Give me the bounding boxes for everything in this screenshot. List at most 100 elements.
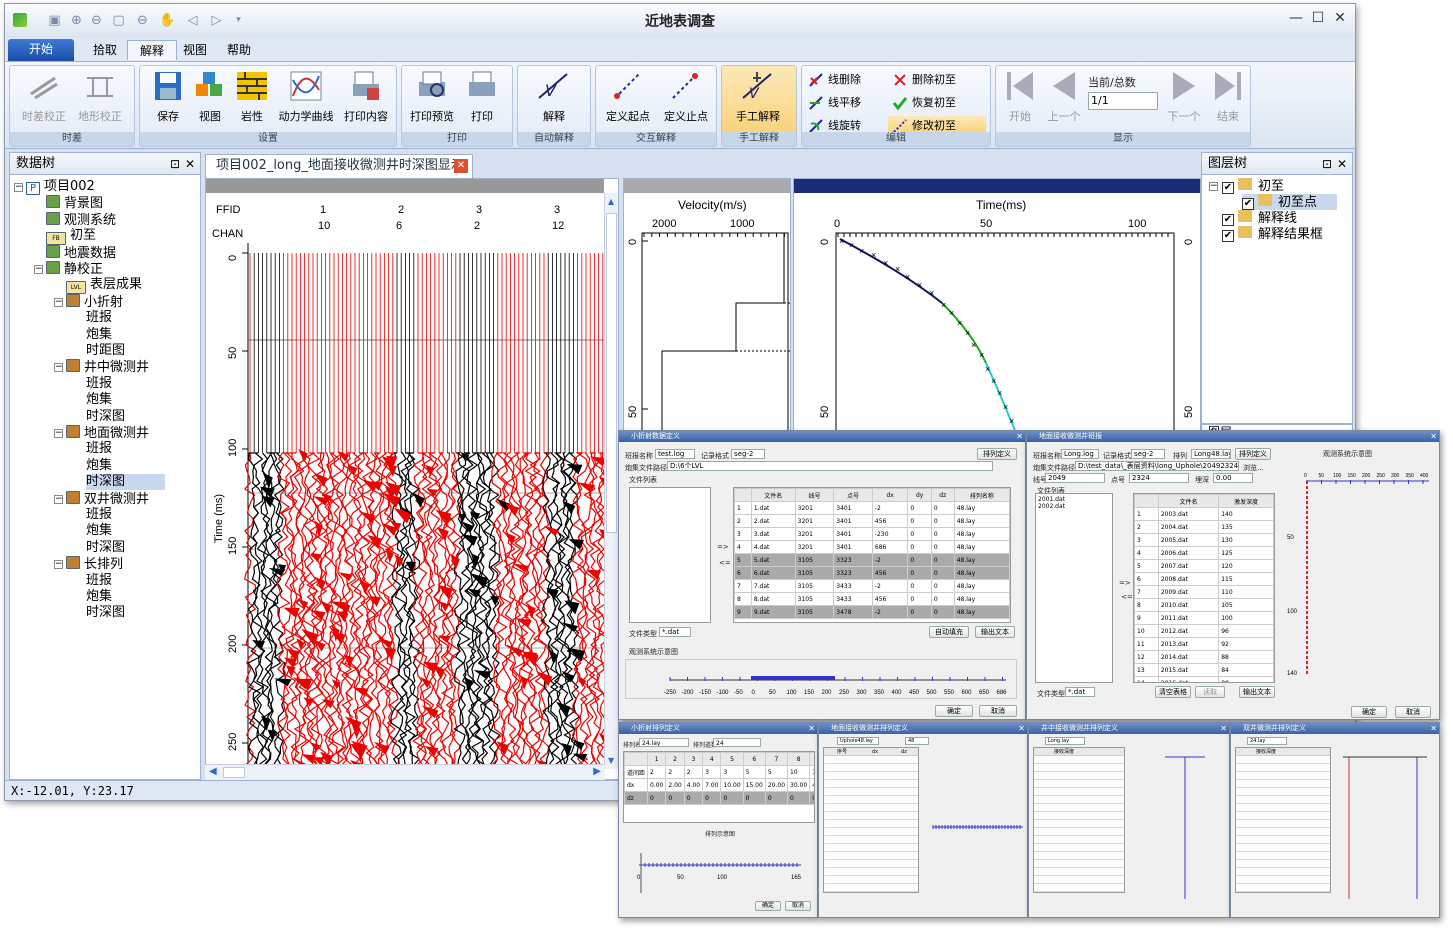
close-button[interactable]: ✕ xyxy=(1329,10,1351,28)
tree-node[interactable]: 时距图 xyxy=(86,343,125,359)
table-row[interactable]: 11 2013.dat 92 xyxy=(1134,637,1274,651)
spread-name-input[interactable]: Long.lay xyxy=(1045,737,1085,745)
table-row[interactable]: 8 8.dat 3105 3433 456 0 0 48.lay xyxy=(734,592,1010,606)
spread-define-button[interactable]: 排列定义 xyxy=(1235,448,1271,460)
maximize-button[interactable]: ☐ xyxy=(1307,10,1329,28)
layer-expander[interactable]: − xyxy=(1209,182,1218,191)
table-row[interactable]: 7 7.dat 3105 3433 -2 0 0 48.lay xyxy=(734,579,1010,593)
tree-node[interactable]: 观测系统 xyxy=(46,211,116,228)
table-row[interactable]: 8 2010.dat 105 xyxy=(1134,598,1274,612)
filetype-select[interactable]: *.dat xyxy=(659,627,691,637)
tree-expander[interactable]: − xyxy=(54,429,63,438)
tree-expander[interactable]: − xyxy=(14,183,23,192)
format-select[interactable]: seg-2 xyxy=(1131,449,1165,459)
dialog-close-icon[interactable]: ✕ xyxy=(1018,723,1025,734)
spread-name-input[interactable]: Uphole48.lay xyxy=(837,737,879,745)
tree-node[interactable]: 双井微测井 xyxy=(66,490,149,507)
spread-table[interactable]: 接收深度 xyxy=(1033,747,1125,893)
tree-node[interactable]: 炮集 xyxy=(86,458,112,474)
auto-fill-button[interactable]: 自动填充 xyxy=(929,626,969,638)
manual-interpret-button[interactable]: V 手工解释 xyxy=(730,70,786,124)
close-pane-icon[interactable]: ✕ xyxy=(1337,153,1347,175)
dialog-close-icon[interactable]: ✕ xyxy=(1430,431,1437,442)
ok-button[interactable]: 确定 xyxy=(1351,706,1387,718)
cancel-button[interactable]: 取消 xyxy=(979,705,1017,717)
ok-button[interactable]: 确定 xyxy=(755,901,781,911)
dialog-close-icon[interactable]: ✕ xyxy=(1016,431,1023,442)
spread-name-input[interactable]: 24.lay xyxy=(1247,737,1287,745)
tree-node[interactable]: 班报 xyxy=(86,573,112,589)
read-button[interactable]: 读取 xyxy=(1195,686,1225,698)
table-row[interactable]: 6 2008.dat 115 xyxy=(1134,572,1274,586)
schedule-name-input[interactable]: test.log xyxy=(655,449,695,459)
spread-table[interactable]: 1234567891011道间距222335510101515dx0.002.0… xyxy=(623,751,815,823)
start-menu-button[interactable]: 开始 xyxy=(8,39,74,61)
table-row[interactable]: 6 6.dat 3105 3323 456 0 0 48.lay xyxy=(734,566,1010,580)
tree-node[interactable]: 时深图 xyxy=(86,540,125,556)
path-input[interactable]: D:\6个LVL xyxy=(667,461,993,471)
define-end-point-button[interactable]: 定义止点 xyxy=(658,70,714,124)
tree-node[interactable]: 班报 xyxy=(86,310,112,326)
tree-node[interactable]: 班报 xyxy=(86,376,112,392)
table-row[interactable]: 10 2012.dat 96 xyxy=(1134,624,1274,638)
close-tab-icon[interactable]: ✕ xyxy=(454,159,468,173)
first-button[interactable]: 开始 xyxy=(998,70,1042,124)
table-row[interactable]: 4 4.dat 3201 3401 686 0 0 48.lay xyxy=(734,540,1010,554)
tree-expander[interactable]: − xyxy=(34,265,43,274)
browse-button[interactable]: 浏览... xyxy=(1243,463,1264,473)
table-row[interactable]: 12 2014.dat 88 xyxy=(1134,650,1274,664)
print-preview-button[interactable]: 打印预览 xyxy=(404,70,460,124)
file-list[interactable] xyxy=(629,487,711,623)
minimize-button[interactable]: — xyxy=(1285,10,1307,28)
tree-node[interactable]: 时深图 xyxy=(86,605,125,621)
tree-node[interactable]: 地震数据 xyxy=(46,244,116,261)
print-button[interactable]: 打印 xyxy=(454,70,510,124)
table-row[interactable]: 1 2003.dat 140 xyxy=(1134,507,1274,521)
tree-expander[interactable]: − xyxy=(54,297,63,307)
spread-select[interactable]: Long48.lay xyxy=(1191,449,1231,459)
trace-count-input[interactable]: 48 xyxy=(905,737,929,745)
move-right-icon[interactable]: => xyxy=(1119,579,1131,587)
time-correction-button[interactable]: 时差校正 xyxy=(16,70,72,124)
spread-define-button[interactable]: 排列定义 xyxy=(977,448,1017,460)
path-input[interactable]: D:\test_data\_表层资料\long_Uphole\20492324 xyxy=(1075,461,1239,471)
ok-button[interactable]: 确定 xyxy=(935,705,973,717)
tree-node[interactable]: 班报 xyxy=(86,507,112,523)
tree-node[interactable]: 背景图 xyxy=(46,195,103,211)
tree-node[interactable]: 炮集 xyxy=(86,589,112,605)
clear-table-button[interactable]: 清空表格 xyxy=(1155,686,1191,698)
table-row[interactable]: 2 2004.dat 135 xyxy=(1134,520,1274,534)
dialog-close-icon[interactable]: ✕ xyxy=(1220,723,1227,734)
line-shift-button[interactable]: 线平移 xyxy=(804,93,861,113)
previous-button[interactable]: 上一个 xyxy=(1040,70,1088,124)
table-row[interactable]: 1 1.dat 3201 3401 -2 0 0 48.lay xyxy=(734,501,1010,515)
trace-count-input[interactable]: 24 xyxy=(713,738,761,747)
last-button[interactable]: 结束 xyxy=(1206,70,1250,124)
spread-table[interactable]: 接收深度 xyxy=(1235,747,1331,893)
table-row[interactable]: 3 3.dat 3201 3401 -230 0 0 48.lay xyxy=(734,527,1010,541)
table-row[interactable]: 3 2005.dat 130 xyxy=(1134,533,1274,547)
table-row[interactable]: 9 2011.dat 100 xyxy=(1134,611,1274,625)
tree-expander[interactable]: − xyxy=(54,560,63,570)
spread-name-input[interactable]: 24.lay xyxy=(639,738,689,747)
tree-node[interactable]: 炮集 xyxy=(86,392,112,408)
tree-node[interactable]: 长排列 xyxy=(66,556,123,572)
menu-interpret[interactable]: 解释 xyxy=(127,40,178,60)
layer-interpret-line[interactable]: ✔ 解释线 xyxy=(1222,210,1297,226)
dialog-close-icon[interactable]: ✕ xyxy=(1430,723,1437,734)
table-row[interactable]: 9 9.dat 3105 3478 -2 0 0 48.lay xyxy=(734,605,1010,619)
format-select[interactable]: seg-2 xyxy=(731,449,765,459)
doc-tab[interactable]: 项目002_long_地面接收微测井时深图显示 ✕ xyxy=(205,154,473,178)
move-right-icon[interactable]: => xyxy=(717,543,729,551)
lithology-button[interactable]: 岩性 xyxy=(224,70,280,124)
tree-node[interactable]: 地面微测井 xyxy=(66,425,149,441)
tree-node[interactable]: FB 初至 xyxy=(46,228,96,246)
table-row[interactable]: 7 2009.dat 110 xyxy=(1134,585,1274,599)
file-list[interactable]: 2001.dat 2002.dat xyxy=(1035,493,1113,683)
dialog-close-icon[interactable]: ✕ xyxy=(808,723,815,734)
table-row[interactable]: 13 2015.dat 84 xyxy=(1134,663,1274,677)
tree-node[interactable]: 井中微测井 xyxy=(66,359,149,375)
define-start-point-button[interactable]: 定义起点 xyxy=(600,70,656,124)
dynamics-curve-button[interactable]: 动力学曲线 xyxy=(278,70,334,124)
horizontal-scrollbar[interactable]: ◀ ▶ xyxy=(205,764,605,780)
